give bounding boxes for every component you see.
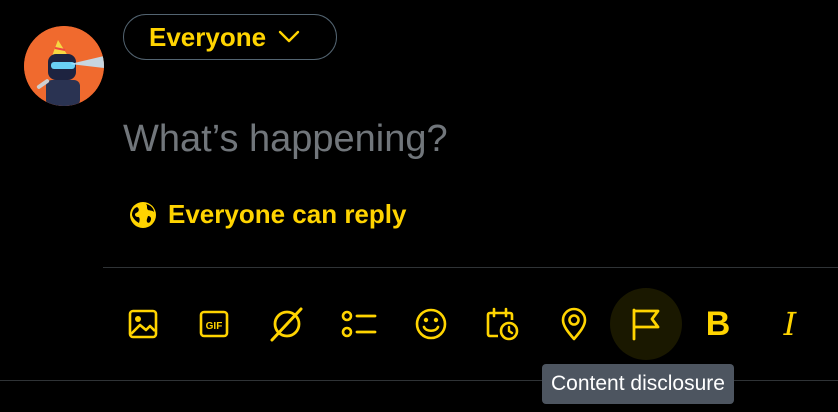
content-disclosure-button[interactable]: [610, 288, 682, 360]
globe-icon: [128, 200, 158, 230]
bold-button[interactable]: B: [682, 288, 754, 360]
bold-icon: B: [705, 305, 731, 343]
reply-setting-button[interactable]: Everyone can reply: [128, 199, 406, 230]
image-icon: [127, 308, 159, 340]
divider: [103, 267, 838, 268]
grok-icon: [267, 304, 307, 344]
avatar[interactable]: [24, 26, 104, 106]
schedule-icon: [484, 306, 520, 342]
tooltip: Content disclosure: [542, 364, 734, 404]
chevron-down-icon: [278, 30, 300, 44]
italic-button[interactable]: I: [754, 288, 826, 360]
grok-button[interactable]: [251, 288, 323, 360]
add-gif-button[interactable]: GIF: [178, 288, 250, 360]
compose-input[interactable]: [123, 113, 803, 165]
audience-label: Everyone: [149, 21, 267, 52]
add-location-button[interactable]: [538, 288, 610, 360]
svg-text:GIF: GIF: [206, 321, 223, 332]
audience-selector-button[interactable]: Everyone: [123, 14, 337, 60]
tooltip-text: Content disclosure: [551, 372, 725, 395]
gif-icon: GIF: [198, 308, 230, 340]
reply-setting-label: Everyone can reply: [168, 199, 407, 229]
emoji-icon: [414, 307, 448, 341]
add-poll-button[interactable]: [324, 288, 396, 360]
location-icon: [558, 306, 590, 342]
schedule-post-button[interactable]: [466, 288, 538, 360]
avatar-image: [24, 26, 104, 106]
italic-icon: I: [783, 305, 797, 343]
poll-icon: [341, 308, 379, 340]
add-emoji-button[interactable]: [395, 288, 467, 360]
add-media-button[interactable]: [107, 288, 179, 360]
flag-icon: [628, 306, 664, 342]
